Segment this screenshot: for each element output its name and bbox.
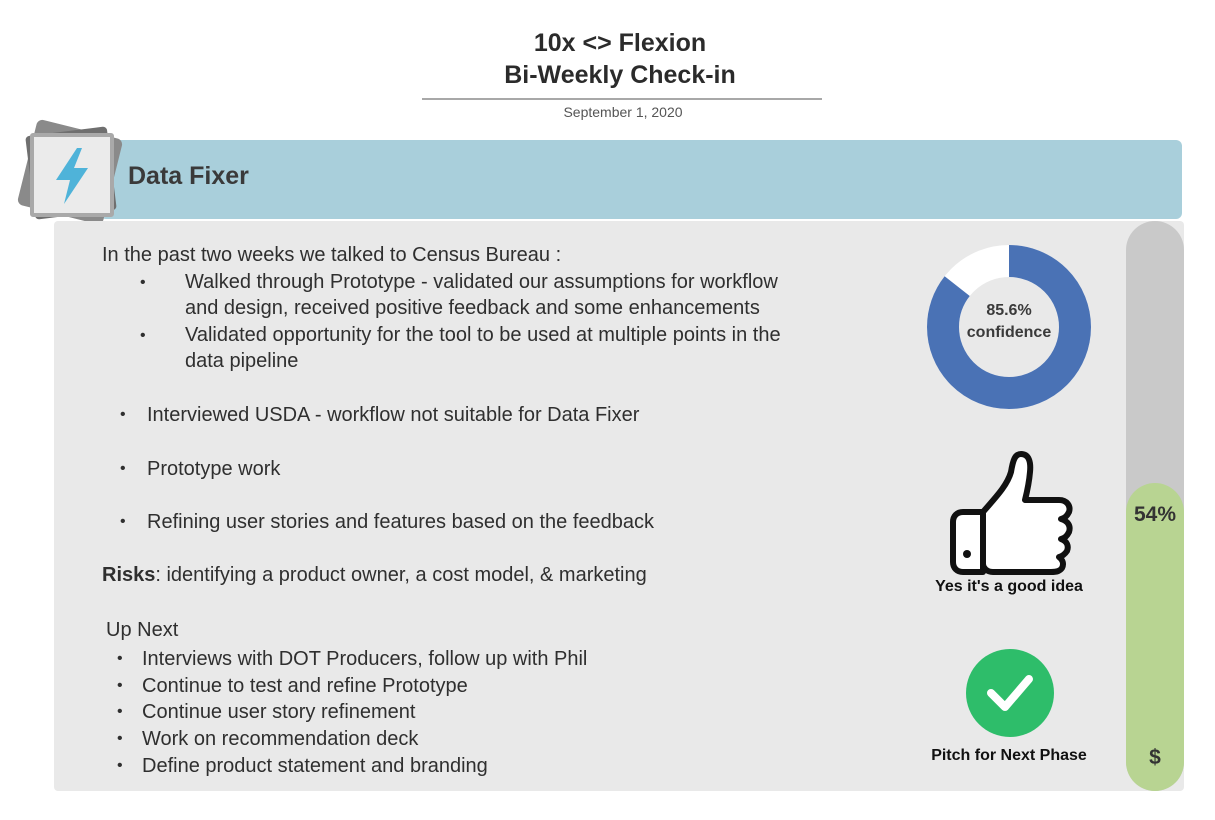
next-phase-badge (966, 649, 1054, 737)
confidence-label: 85.6% confidence (929, 300, 1089, 344)
bullet-dot: • (140, 327, 146, 344)
bullet-dot: • (117, 677, 123, 694)
bullet-dot: • (117, 757, 123, 774)
bullet-dot: • (120, 406, 126, 423)
up-next-item-3: Continue user story refinement (142, 701, 416, 723)
up-next-item-1: Interviews with DOT Producers, follow up… (142, 648, 588, 670)
summary-item-3: Refining user stories and features based… (147, 511, 654, 533)
title-line-1: 10x <> Flexion (533, 29, 707, 57)
bullet-dot: • (117, 650, 123, 667)
project-title: Data Fixer (128, 162, 249, 190)
summary-item-1: Interviewed USDA - workflow not suitable… (147, 404, 640, 426)
title-divider (422, 98, 822, 100)
page-title: 10x <> Flexion Bi-Weekly Check-in (0, 27, 1215, 91)
up-next-heading: Up Next (106, 619, 179, 641)
census-item-2-line-2: data pipeline (185, 350, 299, 372)
up-next-item-4: Work on recommendation deck (142, 728, 419, 750)
checkmark-icon (987, 675, 1033, 711)
confidence-value: 85.6% (986, 302, 1032, 319)
budget-percent: 54% (1133, 503, 1177, 526)
risks-label: Risks (102, 564, 156, 586)
next-phase-label: Pitch for Next Phase (931, 747, 1087, 764)
census-item-1-line-2: and design, received positive feedback a… (185, 297, 760, 319)
bullet-dot: • (117, 703, 123, 720)
bullet-dot: • (140, 274, 146, 291)
bullet-dot: • (117, 730, 123, 747)
risks-line: Risks: identifying a product owner, a co… (102, 562, 647, 588)
report-date: September 1, 2020 (563, 104, 683, 120)
census-item-1-line-1: Walked through Prototype - validated our… (185, 271, 778, 293)
title-line-2: Bi-Weekly Check-in (504, 61, 736, 89)
summary-item-2: Prototype work (147, 458, 281, 480)
bullet-dot: • (120, 513, 126, 530)
confidence-caption: confidence (966, 324, 1052, 341)
thumbs-up-icon (950, 451, 1073, 575)
bullet-dot: • (120, 460, 126, 477)
budget-gauge-fill (1126, 483, 1184, 791)
up-next-item-2: Continue to test and refine Prototype (142, 675, 468, 697)
budget-symbol: $ (1149, 746, 1161, 769)
census-item-2-line-1: Validated opportunity for the tool to be… (185, 324, 781, 346)
summary-intro: In the past two weeks we talked to Censu… (102, 244, 562, 266)
assessment-label: Yes it's a good idea (935, 578, 1083, 595)
risks-text: : identifying a product owner, a cost mo… (155, 564, 647, 586)
lightning-bolt-icon (56, 148, 88, 204)
up-next-item-5: Define product statement and branding (142, 755, 488, 777)
project-banner (100, 140, 1182, 219)
